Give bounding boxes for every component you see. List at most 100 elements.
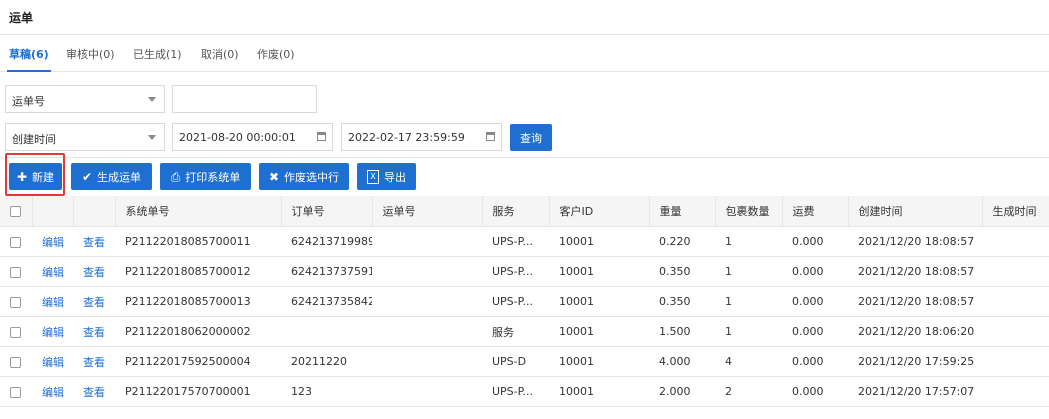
header-weight[interactable]: 重量 — [649, 196, 716, 227]
row-checkbox[interactable] — [10, 296, 21, 308]
weight-cell: 0.220 — [649, 226, 715, 257]
tab-reviewing[interactable]: 审核中(0) — [66, 46, 115, 62]
weight-cell: 4.000 — [649, 346, 715, 377]
package-count-cell: 1 — [715, 286, 782, 317]
void-selected-label: 作废选中行 — [284, 170, 340, 184]
header-customer-id[interactable]: 客户ID — [549, 196, 650, 227]
edit-link[interactable]: 编辑 — [32, 226, 73, 257]
waybill-no-cell — [372, 286, 482, 317]
view-link[interactable]: 查看 — [73, 346, 115, 377]
waybill-table: 系统单号 订单号 运单号 服务 客户ID 重量 包裹数量 运费 创建时间 生成时… — [0, 196, 1049, 407]
created-time-cell: 2021/12/20 18:08:57 — [848, 286, 982, 317]
edit-link[interactable]: 编辑 — [32, 376, 73, 407]
header-view — [73, 196, 116, 227]
row-select-cell — [0, 346, 32, 377]
package-count-cell: 1 — [715, 226, 782, 257]
end-date-field[interactable]: 2022-02-17 23:59:59 — [341, 123, 502, 151]
service-cell: UPS-P... — [482, 286, 549, 317]
row-checkbox[interactable] — [10, 266, 21, 278]
check-icon: ✔ — [81, 169, 93, 184]
x-icon: ✖ — [268, 169, 280, 184]
view-link[interactable]: 查看 — [73, 286, 115, 317]
page-title: 运单 — [9, 11, 34, 25]
service-cell: UPS-P... — [482, 376, 549, 407]
waybill-no-cell — [372, 376, 482, 407]
row-select-cell — [0, 376, 32, 407]
row-select-cell — [0, 286, 32, 317]
chevron-down-icon — [148, 135, 156, 140]
header-waybill-no[interactable]: 运单号 — [372, 196, 483, 227]
edit-link[interactable]: 编辑 — [32, 256, 73, 287]
weight-cell: 2.000 — [649, 376, 715, 407]
edit-link[interactable]: 编辑 — [32, 316, 73, 347]
header-package-count[interactable]: 包裹数量 — [715, 196, 783, 227]
printer-icon: ⎙ — [170, 169, 181, 184]
print-button[interactable]: ⎙ 打印系统单 — [160, 163, 251, 190]
query-button[interactable]: 查询 — [510, 124, 552, 151]
system-no-cell: P21122017592500004 — [115, 346, 281, 377]
package-count-cell: 2 — [715, 376, 782, 407]
row-checkbox[interactable] — [10, 236, 21, 248]
view-link[interactable]: 查看 — [73, 376, 115, 407]
row-select-cell — [0, 226, 32, 257]
tab-draft[interactable]: 草稿(6) — [7, 46, 51, 72]
waybill-no-cell — [372, 226, 482, 257]
order-no-cell: 6242137375912 — [281, 256, 372, 287]
customer-id-cell: 10001 — [549, 226, 649, 257]
excel-icon: X — [367, 169, 379, 184]
system-no-cell: P21122017570700001 — [115, 376, 281, 407]
void-selected-button[interactable]: ✖ 作废选中行 — [259, 163, 349, 190]
tab-generated[interactable]: 已生成(1) — [133, 46, 182, 62]
header-shipping-fee[interactable]: 运费 — [782, 196, 849, 227]
status-tabs: 草稿(6) 审核中(0) 已生成(1) 取消(0) 作废(0) — [0, 35, 1049, 72]
package-count-cell: 1 — [715, 256, 782, 287]
edit-link[interactable]: 编辑 — [32, 286, 73, 317]
edit-link[interactable]: 编辑 — [32, 346, 73, 377]
search-type-select[interactable]: 运单号 — [5, 85, 165, 113]
service-cell: UPS-D — [482, 346, 549, 377]
row-select-cell — [0, 316, 32, 347]
print-button-label: 打印系统单 — [185, 170, 241, 184]
table-row: 编辑 查看 P21122018085700011 6242137199897 U… — [0, 226, 1049, 257]
calendar-icon — [486, 132, 495, 141]
date-type-value: 创建时间 — [12, 133, 56, 146]
export-button[interactable]: X 导出 — [357, 163, 416, 190]
row-checkbox[interactable] — [10, 356, 21, 368]
generated-time-cell — [982, 346, 1049, 377]
row-checkbox[interactable] — [10, 326, 21, 338]
date-type-select[interactable]: 创建时间 — [5, 123, 165, 151]
generated-time-cell — [982, 286, 1049, 317]
package-count-cell: 4 — [715, 346, 782, 377]
customer-id-cell: 10001 — [549, 316, 649, 347]
search-input[interactable] — [172, 85, 317, 113]
weight-cell: 0.350 — [649, 256, 715, 287]
header-service[interactable]: 服务 — [482, 196, 550, 227]
header-order-no[interactable]: 订单号 — [281, 196, 373, 227]
shipping-fee-cell: 0.000 — [782, 376, 848, 407]
start-date-field[interactable]: 2021-08-20 00:00:01 — [172, 123, 333, 151]
tab-voided[interactable]: 作废(0) — [257, 46, 295, 62]
shipping-fee-cell: 0.000 — [782, 226, 848, 257]
generate-waybill-button[interactable]: ✔ 生成运单 — [71, 163, 152, 190]
created-time-cell: 2021/12/20 17:57:07 — [848, 376, 982, 407]
weight-cell: 0.350 — [649, 286, 715, 317]
customer-id-cell: 10001 — [549, 346, 649, 377]
view-link[interactable]: 查看 — [73, 226, 115, 257]
view-link[interactable]: 查看 — [73, 256, 115, 287]
search-type-value: 运单号 — [12, 95, 45, 108]
header-created-time[interactable]: 创建时间 — [848, 196, 983, 227]
system-no-cell: P21122018085700012 — [115, 256, 281, 287]
customer-id-cell: 10001 — [549, 376, 649, 407]
header-system-no[interactable]: 系统单号 — [115, 196, 282, 227]
weight-cell: 1.500 — [649, 316, 715, 347]
row-checkbox[interactable] — [10, 386, 21, 398]
header-generated-time[interactable]: 生成时间 — [982, 196, 1049, 227]
waybill-no-cell — [372, 316, 482, 347]
highlight-box — [5, 153, 65, 196]
select-all-checkbox[interactable] — [10, 206, 21, 217]
generated-time-cell — [982, 376, 1049, 407]
table-row: 编辑 查看 P21122017592500004 20211220 UPS-D … — [0, 346, 1049, 377]
view-link[interactable]: 查看 — [73, 316, 115, 347]
tab-cancelled[interactable]: 取消(0) — [201, 46, 239, 62]
table-row: 编辑 查看 P21122018085700012 6242137375912 U… — [0, 256, 1049, 287]
